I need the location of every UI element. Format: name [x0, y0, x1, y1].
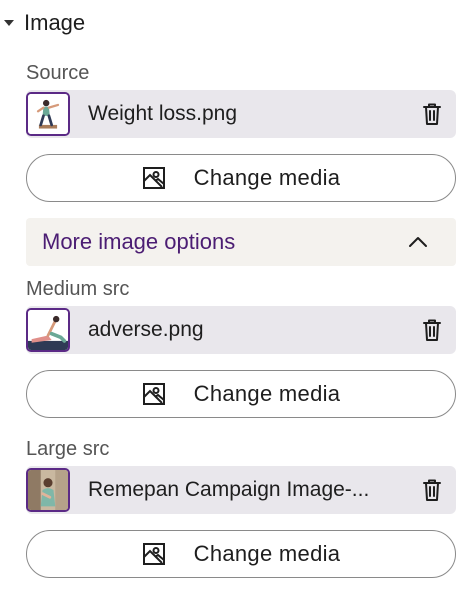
person-exercising-thumbnail	[28, 94, 68, 134]
large-src-label: Large src	[26, 438, 110, 460]
trash-icon[interactable]	[420, 317, 444, 343]
source-filename: Weight loss.png	[88, 102, 238, 125]
medium-change-media-button[interactable]: Change media	[26, 370, 456, 418]
caret-down-icon	[4, 20, 14, 26]
campaign-photo-thumbnail	[28, 470, 68, 510]
large-thumbnail[interactable]	[26, 468, 70, 512]
large-media-row: Remepan Campaign Image-...	[26, 466, 456, 514]
source-media-row: Weight loss.png	[26, 90, 456, 138]
change-media-label: Change media	[193, 165, 341, 190]
section-title: Image	[24, 10, 86, 35]
source-change-media-button[interactable]: Change media	[26, 154, 456, 202]
large-change-media-button[interactable]: Change media	[26, 530, 456, 578]
medium-media-row: adverse.png	[26, 306, 456, 354]
person-stretching-thumbnail	[28, 310, 68, 350]
medium-src-label: Medium src	[26, 278, 130, 300]
source-label: Source	[26, 62, 90, 84]
trash-icon[interactable]	[420, 477, 444, 503]
image-media-icon	[142, 383, 165, 405]
source-thumbnail[interactable]	[26, 92, 70, 136]
more-image-options-toggle[interactable]: More image options	[26, 218, 456, 266]
trash-icon[interactable]	[420, 101, 444, 127]
medium-thumbnail[interactable]	[26, 308, 70, 352]
image-media-icon	[142, 167, 165, 189]
medium-filename: adverse.png	[88, 318, 204, 341]
image-media-icon	[142, 543, 165, 565]
large-filename: Remepan Campaign Image-...	[88, 478, 370, 501]
change-media-label: Change media	[193, 381, 341, 406]
change-media-label: Change media	[193, 541, 341, 566]
image-section-toggle[interactable]: Image	[0, 8, 85, 38]
more-image-options-label: More image options	[42, 229, 236, 254]
chevron-up-icon	[409, 237, 427, 247]
